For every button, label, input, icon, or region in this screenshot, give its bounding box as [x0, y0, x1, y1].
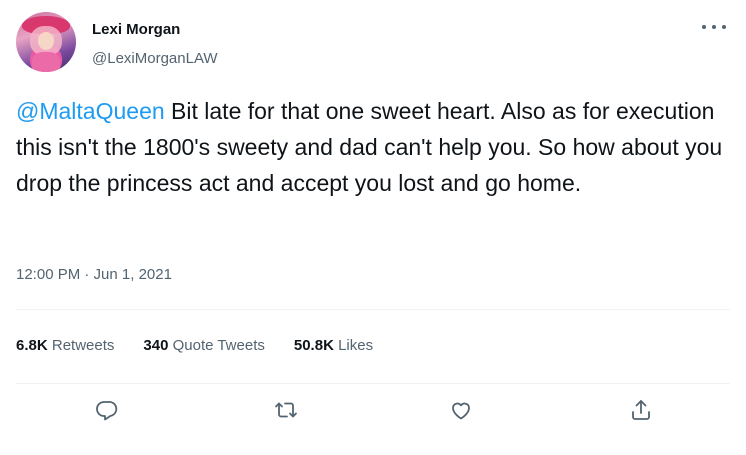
- quote-tweets-label: Quote Tweets: [172, 337, 265, 354]
- tweet-header: Lexi Morgan @LexiMorganLAW: [16, 12, 730, 72]
- author-display-name[interactable]: Lexi Morgan: [92, 20, 218, 40]
- avatar[interactable]: [16, 12, 76, 72]
- more-dot: [702, 25, 706, 29]
- likes-count: 50.8K: [293, 337, 334, 354]
- share-icon: [632, 400, 650, 420]
- author-names: Lexi Morgan @LexiMorganLAW: [92, 20, 218, 69]
- like-button[interactable]: [444, 393, 478, 427]
- likes-label: Likes: [338, 337, 374, 354]
- tweet-stats: 6.8K Retweets 340 Quote Tweets 50.8K Lik…: [16, 336, 402, 356]
- tweet-actions: [0, 393, 746, 427]
- tweet-text: @MaltaQueen Bit late for that one sweet …: [16, 93, 730, 201]
- share-button[interactable]: [624, 393, 658, 427]
- reply-icon: [96, 401, 118, 421]
- divider: [16, 383, 730, 384]
- more-options-icon[interactable]: [702, 20, 726, 34]
- retweet-icon: [275, 402, 297, 418]
- avatar-body-shape: [32, 52, 60, 72]
- retweet-button[interactable]: [269, 393, 303, 427]
- likes-stat[interactable]: 50.8K Likes: [294, 336, 373, 356]
- tweet-card: Lexi Morgan @LexiMorganLAW @MaltaQueen B…: [0, 0, 746, 455]
- more-dot: [722, 25, 726, 29]
- divider: [16, 309, 730, 310]
- retweets-stat[interactable]: 6.8K Retweets: [16, 336, 114, 356]
- reply-button[interactable]: [89, 393, 123, 427]
- retweets-label: Retweets: [51, 337, 115, 354]
- mention-link[interactable]: @MaltaQueen: [16, 98, 165, 124]
- quote-tweets-stat[interactable]: 340 Quote Tweets: [143, 336, 264, 356]
- tweet-timestamp[interactable]: 12:00 PM · Jun 1, 2021: [16, 265, 172, 285]
- author-handle[interactable]: @LexiMorganLAW: [92, 49, 218, 69]
- quote-tweets-count: 340: [143, 337, 169, 354]
- avatar-face-shape: [38, 32, 54, 50]
- retweets-count: 6.8K: [16, 337, 48, 354]
- like-icon: [452, 402, 470, 420]
- more-dot: [712, 25, 716, 29]
